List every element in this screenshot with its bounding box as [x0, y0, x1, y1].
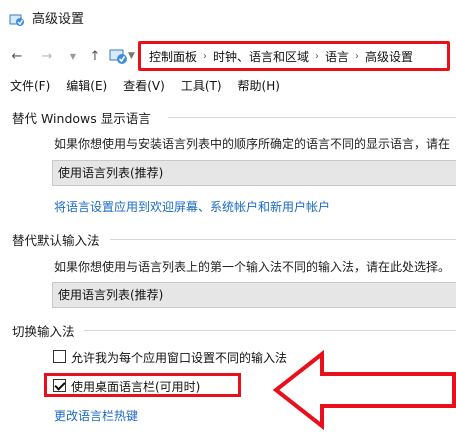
default-input-description: 如果你想使用与语言列表上的第一个输入法不同的输入法，请在此处选择。: [54, 260, 451, 274]
default-input-select[interactable]: 使用语言列表(推荐): [52, 282, 456, 308]
display-language-description: 如果你想使用与安装语言列表中的顺序所确定的语言不同的显示语言，请在: [54, 137, 451, 151]
title-bar: 高级设置: [0, 0, 456, 38]
per-app-input-label[interactable]: 允许我为每个应用窗口设置不同的输入法: [71, 349, 287, 366]
menu-tools[interactable]: 工具(T): [181, 77, 222, 94]
menu-file[interactable]: 文件(F): [10, 77, 50, 94]
per-app-input-checkbox[interactable]: [53, 350, 66, 363]
apply-to-welcome-screen-link[interactable]: 将语言设置应用到欢迎屏幕、系统帐户和新用户帐户: [54, 198, 330, 215]
address-bar[interactable]: 控制面板 › 时钟、语言和区域 › 语言 › 高级设置: [138, 41, 450, 71]
breadcrumb-separator[interactable]: ›: [315, 51, 319, 62]
display-language-select[interactable]: 使用语言列表(推荐): [52, 160, 456, 186]
settings-content: 替代 Windows 显示语言 如果你想使用与安装语言列表中的顺序所确定的语言不…: [0, 98, 456, 432]
breadcrumb-clock-language-region[interactable]: 时钟、语言和区域: [213, 48, 309, 65]
breadcrumb-separator[interactable]: ›: [203, 51, 207, 62]
change-language-bar-hotkeys-link[interactable]: 更改语言栏热键: [54, 407, 138, 424]
breadcrumb-language[interactable]: 语言: [325, 48, 349, 65]
section-divider: [84, 330, 456, 331]
breadcrumb-control-panel[interactable]: 控制面板: [149, 48, 197, 65]
menu-help[interactable]: 帮助(H): [238, 77, 280, 94]
address-dropdown-icon[interactable]: ▼: [128, 47, 138, 65]
menu-view[interactable]: 查看(V): [123, 77, 165, 94]
red-arrow-icon: [272, 349, 456, 431]
breadcrumb-separator[interactable]: ›: [355, 51, 359, 62]
window-title: 高级设置: [32, 12, 85, 27]
up-arrow-icon[interactable]: ↑: [86, 47, 104, 65]
breadcrumb-advanced-settings[interactable]: 高级设置: [365, 48, 413, 65]
section-divider: [168, 117, 456, 118]
display-language-heading: 替代 Windows 显示语言: [12, 111, 151, 126]
menu-bar: 文件(F) 编辑(E) 查看(V) 工具(T) 帮助(H): [0, 74, 456, 96]
back-arrow-icon[interactable]: ←: [8, 47, 26, 65]
recent-locations-dropdown-icon[interactable]: ▼: [64, 47, 82, 65]
control-panel-icon: [9, 14, 24, 26]
default-input-heading: 替代默认输入法: [12, 233, 100, 248]
highlight-box: [44, 373, 241, 397]
section-divider: [110, 239, 456, 240]
menu-edit[interactable]: 编辑(E): [66, 77, 107, 94]
switch-input-heading: 切换输入法: [12, 324, 75, 339]
forward-arrow-icon[interactable]: →: [38, 47, 56, 65]
control-panel-icon: [109, 49, 127, 64]
